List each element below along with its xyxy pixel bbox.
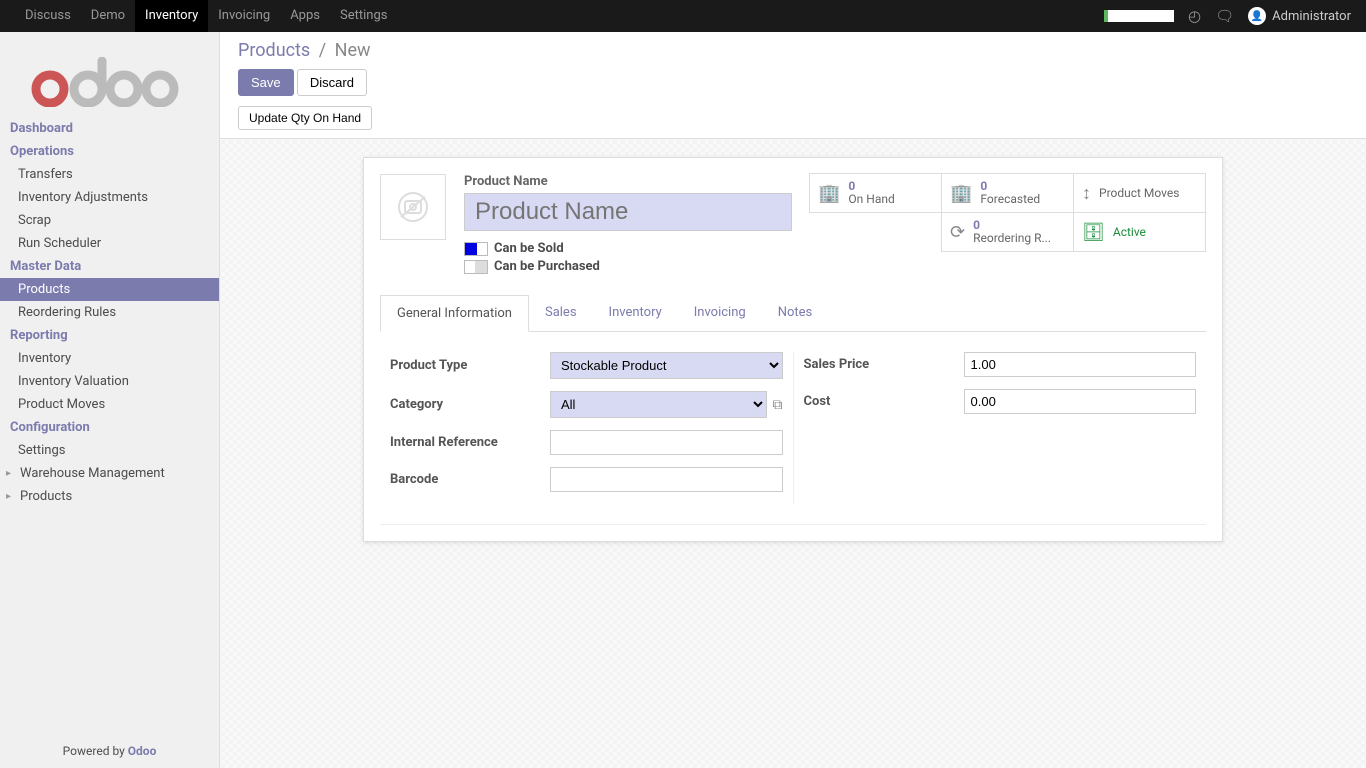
clock-icon[interactable]: ◴ [1188,7,1201,25]
category-select[interactable]: All [550,391,767,418]
section-reporting[interactable]: Reporting [0,324,219,347]
chat-icon[interactable]: 🗨 [1215,7,1234,25]
can-be-purchased-label: Can be Purchased [494,259,600,274]
avatar-icon: 👤 [1248,7,1266,25]
sidebar-footer: Powered by Odoo [0,744,219,758]
product-name-label: Product Name [464,174,792,189]
can-be-sold-toggle[interactable] [464,242,488,256]
sidebar-cfg-warehouse[interactable]: ▸Warehouse Management [0,462,219,485]
breadcrumb-root[interactable]: Products [238,40,310,61]
stat-forecasted[interactable]: 🏢 0Forecasted [941,173,1074,213]
building-icon: 🏢 [818,183,840,204]
user-name: Administrator [1272,9,1351,24]
form-sheet: Product Name Can be Sold Can be Purchase… [363,157,1223,542]
refresh-icon: ⟳ [950,222,965,243]
external-link-icon[interactable]: ⧉ [773,397,783,413]
tab-invoicing[interactable]: Invoicing [678,295,762,331]
sidebar-run-scheduler[interactable]: Run Scheduler [0,232,219,255]
stat-on-hand[interactable]: 🏢 0On Hand [809,173,942,213]
sidebar-rpt-inventory[interactable]: Inventory [0,347,219,370]
internal-ref-input[interactable] [550,430,783,455]
arrows-v-icon: ↕ [1082,183,1091,204]
stat-reordering[interactable]: ⟳ 0Reordering R... [941,212,1074,252]
odoo-logo [0,32,219,117]
stat-active[interactable]: 🗄 Active [1073,212,1206,252]
odoo-link[interactable]: Odoo [128,744,157,758]
sales-price-label: Sales Price [804,357,964,372]
sidebar-products[interactable]: Products [0,278,219,301]
user-menu[interactable]: 👤 Administrator [1248,7,1351,25]
building-icon: 🏢 [950,183,972,204]
category-label: Category [390,397,550,412]
caret-right-icon: ▸ [6,468,20,479]
internal-ref-label: Internal Reference [390,435,550,450]
product-type-select[interactable]: Stockable Product [550,352,783,379]
product-name-input[interactable] [464,193,792,231]
sidebar-cfg-settings[interactable]: Settings [0,439,219,462]
progress-bar [1104,10,1174,22]
caret-right-icon: ▸ [6,491,20,502]
navbar-left: Discuss Demo Inventory Invoicing Apps Se… [15,0,397,32]
sidebar-inv-adjust[interactable]: Inventory Adjustments [0,186,219,209]
section-operations[interactable]: Operations [0,140,219,163]
sidebar-rpt-moves[interactable]: Product Moves [0,393,219,416]
barcode-label: Barcode [390,472,550,487]
sidebar-scrap[interactable]: Scrap [0,209,219,232]
nav-settings[interactable]: Settings [330,0,397,32]
breadcrumb-current: New [335,40,371,61]
tab-notes[interactable]: Notes [762,295,829,331]
update-qty-button[interactable]: Update Qty On Hand [238,106,372,130]
discard-button[interactable]: Discard [297,69,367,96]
section-dashboard[interactable]: Dashboard [0,117,219,140]
archive-icon: 🗄 [1082,222,1105,243]
stat-product-moves[interactable]: ↕ Product Moves [1073,173,1206,213]
section-master-data[interactable]: Master Data [0,255,219,278]
sidebar-rpt-valuation[interactable]: Inventory Valuation [0,370,219,393]
cost-label: Cost [804,394,964,409]
sidebar-cfg-products[interactable]: ▸Products [0,485,219,508]
tab-sales[interactable]: Sales [529,295,593,331]
can-be-sold-label: Can be Sold [494,241,564,256]
nav-inventory[interactable]: Inventory [135,0,208,32]
product-image[interactable] [380,174,446,240]
tab-general[interactable]: General Information [380,295,529,332]
sidebar: Dashboard Operations Transfers Inventory… [0,32,220,768]
sidebar-reordering[interactable]: Reordering Rules [0,301,219,324]
nav-apps[interactable]: Apps [280,0,330,32]
sidebar-transfers[interactable]: Transfers [0,163,219,186]
sales-price-input[interactable] [964,352,1197,377]
tab-inventory[interactable]: Inventory [593,295,678,331]
breadcrumb: Products / New [238,40,1348,61]
save-button[interactable]: Save [238,69,294,96]
nav-demo[interactable]: Demo [81,0,135,32]
nav-invoicing[interactable]: Invoicing [208,0,280,32]
section-configuration[interactable]: Configuration [0,416,219,439]
nav-discuss[interactable]: Discuss [15,0,81,32]
can-be-purchased-toggle[interactable] [464,260,488,274]
barcode-input[interactable] [550,467,783,492]
cost-input[interactable] [964,389,1197,414]
product-type-label: Product Type [390,358,550,373]
